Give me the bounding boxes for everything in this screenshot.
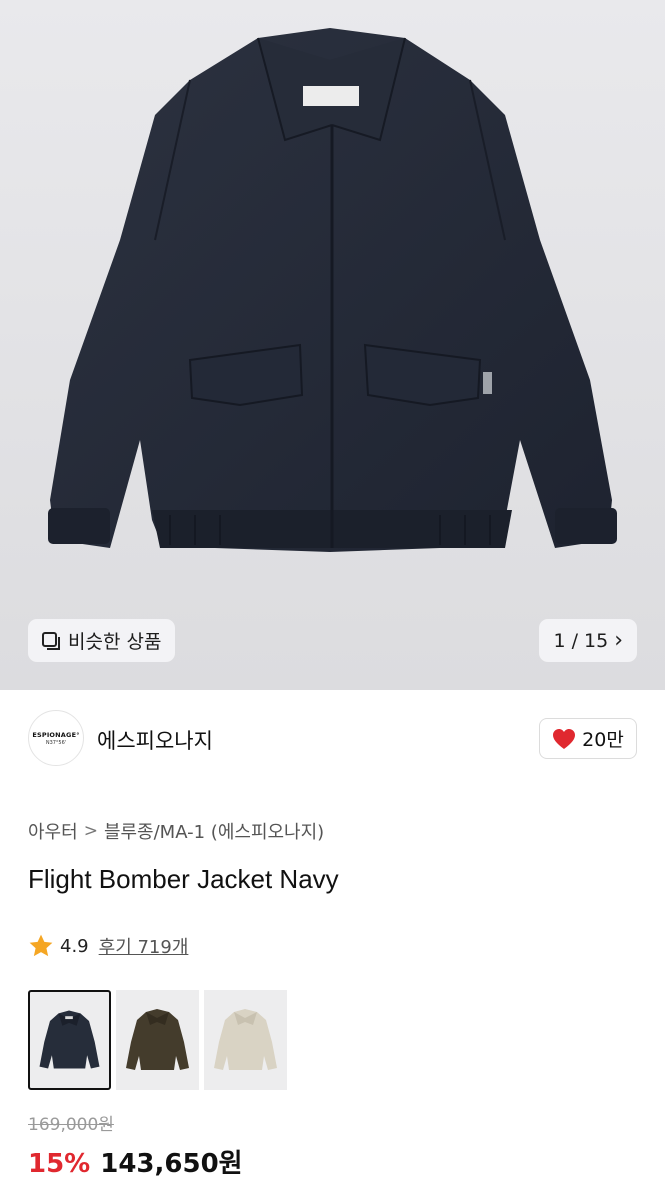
jacket-thumbnail <box>214 1009 277 1070</box>
color-option-olive[interactable] <box>116 990 199 1090</box>
color-option-ivory[interactable] <box>204 990 287 1090</box>
breadcrumb-category[interactable]: 아우터 <box>28 818 78 844</box>
similar-products-label: 비슷한 상품 <box>68 631 162 653</box>
brand-logo-subtext: N37°56' <box>45 739 67 746</box>
similar-products-button[interactable]: 비슷한 상품 <box>28 619 176 662</box>
brand-logo-text: ESPIONAGE° <box>32 730 80 739</box>
product-image-gallery[interactable]: 비슷한 상품 1 / 15 › <box>0 0 665 690</box>
color-options <box>28 990 287 1090</box>
breadcrumb-separator: > <box>83 821 98 841</box>
rating-row: 4.9 후기 719개 <box>28 933 188 959</box>
product-main-image <box>48 28 617 552</box>
image-counter[interactable]: 1 / 15 › <box>539 619 637 662</box>
star-icon <box>29 934 53 957</box>
original-price: 169,000원 <box>28 1115 114 1135</box>
breadcrumb: 아우터 > 블루종/MA-1 (에스피오나지) <box>28 818 324 844</box>
discount-rate: 15% <box>28 1149 91 1179</box>
chevron-right-icon: › <box>614 628 623 653</box>
price-row: 15% 143,650원 <box>28 1143 243 1180</box>
brand-name[interactable]: 에스피오나지 <box>97 725 213 755</box>
rating-score: 4.9 <box>60 935 89 957</box>
color-option-navy[interactable] <box>28 990 111 1090</box>
heart-icon <box>553 728 576 749</box>
brand-row: ESPIONAGE° N37°56' 에스피오나지 20만 <box>0 690 665 790</box>
brand-logo[interactable]: ESPIONAGE° N37°56' <box>28 710 84 766</box>
like-button[interactable]: 20만 <box>539 718 637 759</box>
image-counter-text: 1 / 15 <box>553 629 609 652</box>
sale-price: 143,650원 <box>100 1149 243 1179</box>
review-count-link[interactable]: 후기 719개 <box>99 933 189 959</box>
breadcrumb-subcategory[interactable]: 블루종/MA-1 (에스피오나지) <box>104 818 324 844</box>
jacket-thumbnail <box>39 1010 100 1069</box>
like-count: 20만 <box>582 729 624 751</box>
similar-items-icon <box>42 631 60 650</box>
product-title: Flight Bomber Jacket Navy <box>28 864 339 894</box>
jacket-thumbnail <box>126 1009 189 1070</box>
